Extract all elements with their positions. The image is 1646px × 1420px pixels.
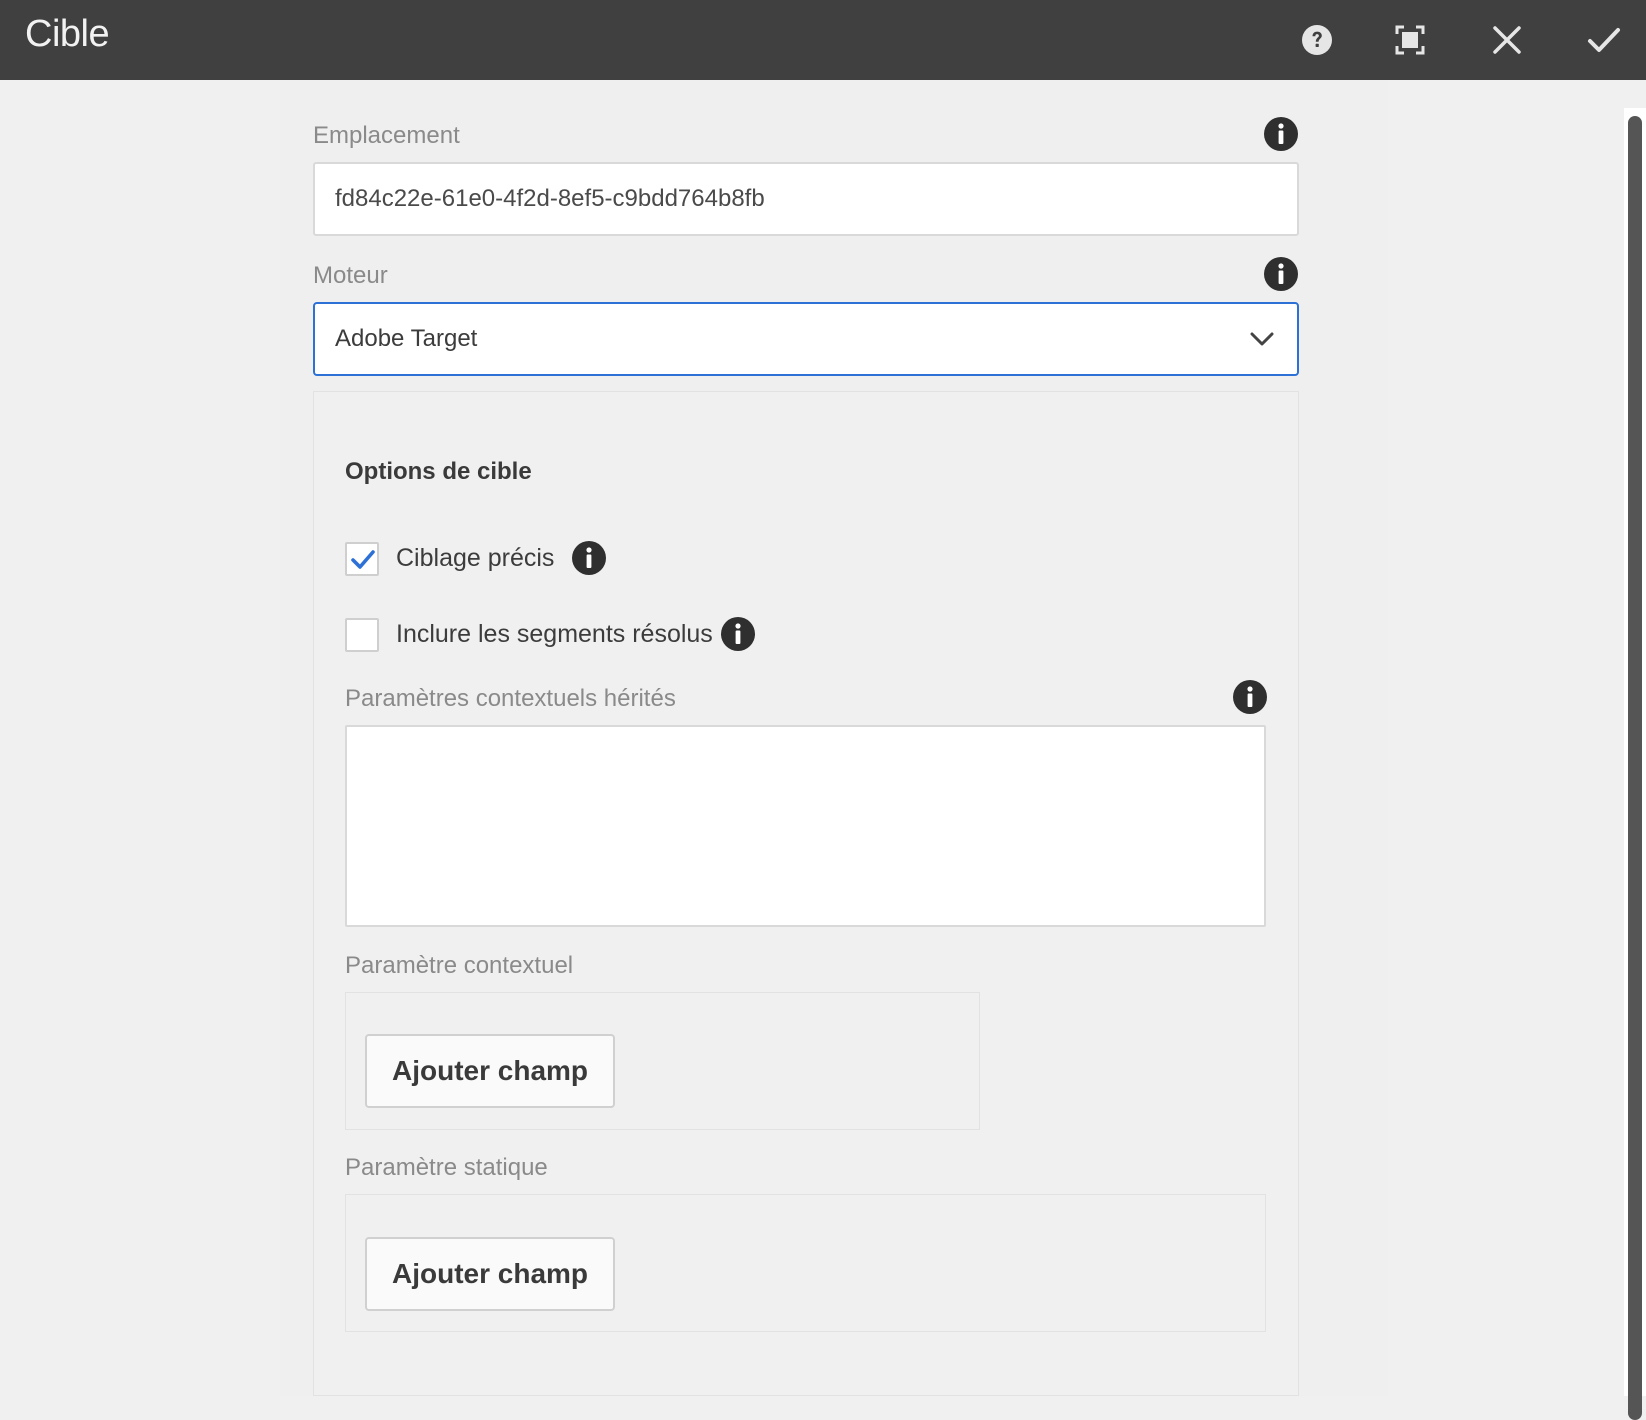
dialog-titlebar: Cible <box>0 0 1646 80</box>
engine-selected-value: Adobe Target <box>335 325 478 352</box>
info-icon <box>1233 680 1267 714</box>
info-icon <box>1264 257 1298 291</box>
include-resolved-segments-label: Inclure les segments résolus <box>396 620 713 648</box>
fullscreen-button[interactable] <box>1386 16 1434 64</box>
close-icon <box>1493 26 1521 54</box>
info-icon <box>1264 117 1298 151</box>
static-param-label: Paramètre statique <box>345 1154 548 1181</box>
info-icon <box>572 541 606 575</box>
include-resolved-segments-checkbox[interactable] <box>345 618 379 652</box>
inherited-context-params-label: Paramètres contextuels hérités <box>345 685 676 712</box>
scrollbar-thumb[interactable] <box>1628 116 1642 1420</box>
chevron-down-icon <box>1250 332 1274 346</box>
static-param-add-button[interactable]: Ajouter champ <box>365 1237 615 1311</box>
dialog-content: Emplacement Moteur Adobe Target Options … <box>0 80 1646 1420</box>
fullscreen-icon <box>1395 25 1425 55</box>
cancel-button[interactable] <box>1483 16 1531 64</box>
accurate-targeting-info-icon[interactable] <box>571 540 607 576</box>
target-options-title: Options de cible <box>345 458 532 485</box>
inherited-context-params-textarea[interactable] <box>345 725 1266 927</box>
location-field[interactable] <box>313 162 1299 236</box>
engine-label: Moteur <box>313 262 388 289</box>
accurate-targeting-checkbox[interactable] <box>345 542 379 576</box>
done-button[interactable] <box>1580 16 1628 64</box>
location-label: Emplacement <box>313 122 460 149</box>
context-param-add-button[interactable]: Ajouter champ <box>365 1034 615 1108</box>
location-info-icon[interactable] <box>1263 116 1299 152</box>
checkmark-icon <box>351 550 375 569</box>
dialog-title: Cible <box>25 13 110 55</box>
accurate-targeting-label: Ciblage précis <box>396 544 555 572</box>
engine-select[interactable]: Adobe Target <box>313 302 1299 376</box>
info-icon <box>721 617 755 651</box>
help-circle-icon <box>1302 25 1332 55</box>
help-button[interactable] <box>1293 16 1341 64</box>
engine-info-icon[interactable] <box>1263 256 1299 292</box>
inherited-context-params-info-icon[interactable] <box>1232 679 1268 715</box>
include-resolved-segments-info-icon[interactable] <box>720 616 756 652</box>
context-param-label: Paramètre contextuel <box>345 952 574 979</box>
checkmark-icon <box>1588 28 1620 52</box>
